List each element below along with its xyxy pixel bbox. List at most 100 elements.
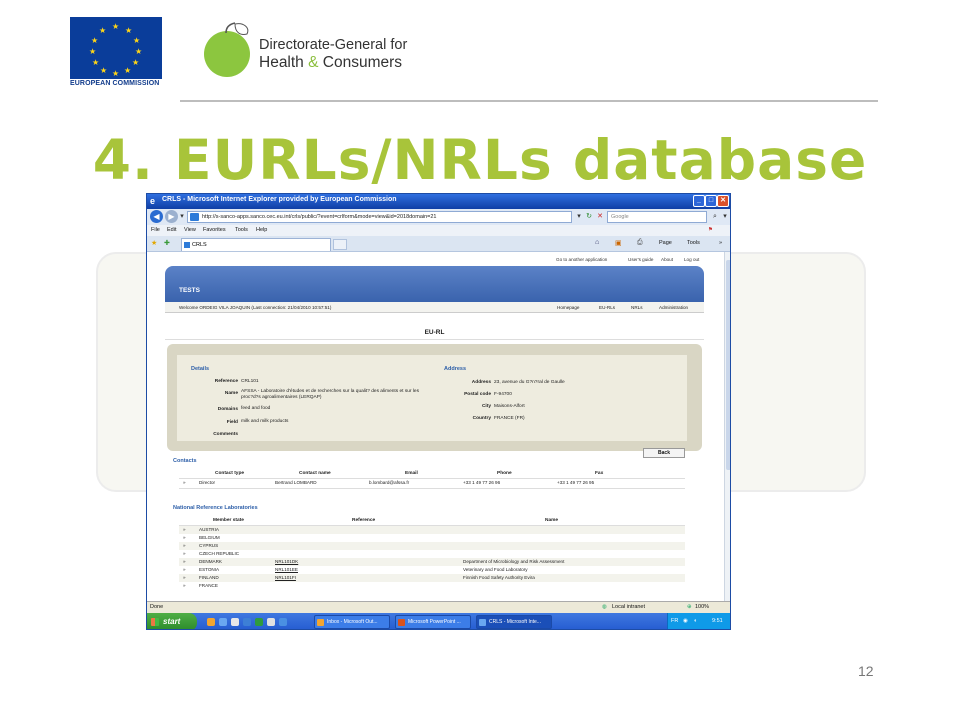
header-divider <box>180 100 878 102</box>
field-label: Field <box>226 420 238 425</box>
quicklaunch-app-icon[interactable] <box>279 618 287 626</box>
refresh-icon[interactable]: ↻ <box>584 212 594 222</box>
col-fax: Fax <box>595 471 604 476</box>
minimize-button[interactable]: _ <box>693 195 705 207</box>
maximize-button[interactable]: □ <box>705 195 717 207</box>
link-logout[interactable]: Log out <box>684 257 699 262</box>
nrl-reference-link[interactable]: NRL101DK <box>275 559 298 564</box>
col-phone: Phone <box>497 471 512 476</box>
row-background <box>179 574 685 582</box>
contact-email[interactable]: b.lombard@afssa.fr <box>369 480 409 485</box>
intranet-globe-icon: ◍ <box>602 604 607 610</box>
taskbar-label: Inbox - Microsoft Out... <box>327 619 378 625</box>
link-other-application[interactable]: Go to another application <box>556 257 607 262</box>
menu-file[interactable]: File <box>151 227 160 233</box>
search-options-icon[interactable]: ▾ <box>720 212 730 222</box>
quicklaunch-explorer-icon[interactable] <box>267 618 275 626</box>
taskbar-item-outlook[interactable]: Inbox - Microsoft Out... <box>314 615 390 629</box>
nav-homepage[interactable]: Homepage <box>557 305 579 310</box>
nav-administration[interactable]: Administration <box>659 305 688 310</box>
stop-icon[interactable]: ✕ <box>595 212 605 222</box>
domains-value: feed and food <box>241 406 271 411</box>
quicklaunch-word-icon[interactable] <box>243 618 251 626</box>
link-about[interactable]: About <box>661 257 673 262</box>
menu-view[interactable]: View <box>184 227 196 233</box>
taskbar-item-powerpoint[interactable]: Microsoft PowerPoint ... <box>395 615 471 629</box>
row-bullet: » <box>183 551 186 556</box>
home-icon[interactable]: ⌂ <box>595 239 599 246</box>
powerpoint-icon <box>398 619 405 626</box>
nav-nrls[interactable]: NRLs <box>631 305 643 310</box>
country-value: FRANCE (FR) <box>494 416 525 421</box>
tray-network-icon[interactable]: ◉ <box>683 618 688 624</box>
taskbar-label: Microsoft PowerPoint ... <box>408 619 461 625</box>
star-icon: ★ <box>135 47 143 56</box>
reference-value: CRL101 <box>241 379 259 384</box>
link-users-guide[interactable]: User's guide <box>628 257 653 262</box>
history-dropdown-icon[interactable]: ▾ <box>177 212 187 222</box>
vertical-scrollbar[interactable] <box>724 252 730 601</box>
contacts-heading: Contacts <box>173 458 197 464</box>
more-chevron-icon[interactable]: » <box>719 240 722 246</box>
search-icon[interactable]: ⌕ <box>710 212 720 222</box>
menu-tools[interactable]: Tools <box>235 227 248 233</box>
name-value: AFSSA - Laboratoire d'études et de reche… <box>241 389 419 400</box>
menu-edit[interactable]: Edit <box>167 227 176 233</box>
favorites-star-icon[interactable]: ★ <box>151 239 157 247</box>
system-tray: FR ◉ ◐ 9:51 <box>667 613 730 629</box>
address-bar: ◀ ▶ ▾ http://s-sanco-apps.sanco.cec.eu.i… <box>147 209 730 225</box>
nrl-heading: National Reference Laboratories <box>173 505 258 511</box>
page-number: 12 <box>858 663 874 679</box>
postal-code-value: F-94700 <box>494 392 512 397</box>
ie-logo-icon: e <box>150 196 156 206</box>
row-bullet: » <box>183 559 186 564</box>
search-input[interactable]: Google <box>607 211 707 223</box>
browser-window: e CRLS - Microsoft Internet Explorer pro… <box>146 193 731 630</box>
star-icon: ★ <box>124 66 132 75</box>
back-arrow-icon[interactable]: ◀ <box>150 210 163 223</box>
window-title: CRLS - Microsoft Internet Explorer provi… <box>162 196 397 203</box>
page-menu[interactable]: Page <box>659 240 672 246</box>
start-label: start <box>163 617 181 626</box>
close-button[interactable]: ✕ <box>717 195 729 207</box>
country-label: Country <box>472 416 491 421</box>
zoom-level[interactable]: 100% <box>695 604 709 610</box>
tools-menu[interactable]: Tools <box>687 240 700 246</box>
nrl-reference-link[interactable]: NRL101FI <box>275 575 296 580</box>
nav-eurls[interactable]: EU-RLs <box>599 305 615 310</box>
scrollbar-thumb[interactable] <box>726 260 730 470</box>
eu-caption: EUROPEAN COMMISSION <box>70 80 160 87</box>
feeds-icon[interactable]: ▣ <box>615 239 622 247</box>
name-label: Name <box>224 391 238 396</box>
address-value: 23, avenue du G?n?ral de Gaulle <box>494 380 565 385</box>
row-background <box>179 542 685 550</box>
nrl-reference-link[interactable]: NRL101EE <box>275 567 298 572</box>
row-background <box>179 526 685 534</box>
start-button[interactable]: start <box>147 613 197 629</box>
address-dropdown-icon[interactable]: ▾ <box>574 212 584 222</box>
quicklaunch-ie-icon[interactable] <box>219 618 227 626</box>
address-text: http://s-sanco-apps.sanco.cec.eu.int/crl… <box>202 214 437 220</box>
tab-crls[interactable]: CRLS <box>181 238 331 251</box>
address-input[interactable]: http://s-sanco-apps.sanco.cec.eu.int/crl… <box>187 211 572 223</box>
city-label: City <box>481 404 491 409</box>
col-lab-name: Name <box>545 518 559 523</box>
star-icon: ★ <box>112 69 120 78</box>
star-icon: ★ <box>92 58 100 67</box>
quicklaunch-excel-icon[interactable] <box>255 618 263 626</box>
contact-name: Bertrand LOMBARD <box>275 480 317 485</box>
print-icon[interactable]: ⎙ <box>637 239 643 247</box>
quicklaunch-outlook-icon[interactable] <box>207 618 215 626</box>
tray-security-icon[interactable]: ◐ <box>694 618 697 624</box>
dg-consumers: Consumers <box>318 54 403 71</box>
title-bar[interactable]: e CRLS - Microsoft Internet Explorer pro… <box>147 194 730 209</box>
new-tab-button[interactable] <box>333 239 347 250</box>
menu-help[interactable]: Help <box>256 227 267 233</box>
quicklaunch-desktop-icon[interactable] <box>231 618 239 626</box>
back-button[interactable]: Back <box>643 448 685 458</box>
language-indicator[interactable]: FR <box>671 618 678 624</box>
taskbar-item-crls[interactable]: CRLS - Microsoft Inte... <box>476 615 552 629</box>
add-favorite-icon[interactable]: ✚ <box>164 239 170 247</box>
tab-label: CRLS <box>192 242 207 248</box>
menu-favorites[interactable]: Favorites <box>203 227 226 233</box>
